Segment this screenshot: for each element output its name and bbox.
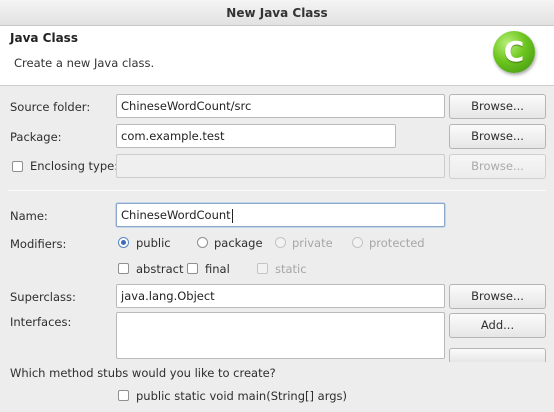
enclosing-type-label: Enclosing type: bbox=[30, 159, 119, 173]
section-divider bbox=[8, 190, 546, 191]
class-name-field[interactable]: ChineseWordCount bbox=[116, 203, 445, 227]
package-label: Package: bbox=[10, 130, 62, 144]
modifier-protected-label: protected bbox=[369, 236, 425, 250]
modifier-abstract-label: abstract bbox=[136, 262, 184, 276]
dialog-title: New Java Class bbox=[226, 6, 328, 20]
modifier-public-radio[interactable] bbox=[118, 237, 129, 248]
modifier-final-label: final bbox=[205, 262, 230, 276]
modifier-package-label: package bbox=[214, 236, 263, 250]
interfaces-add-button[interactable]: Add... bbox=[449, 313, 546, 338]
source-folder-label: Source folder: bbox=[10, 100, 91, 114]
modifier-public-label: public bbox=[136, 236, 171, 250]
superclass-field[interactable]: java.lang.Object bbox=[116, 284, 445, 308]
source-folder-browse-button[interactable]: Browse... bbox=[449, 94, 546, 119]
modifier-static-label: static bbox=[275, 262, 307, 276]
class-name-value: ChineseWordCount bbox=[121, 208, 231, 222]
main-method-stub-label: public static void main(String[] args) bbox=[136, 389, 347, 403]
enclosing-type-checkbox[interactable] bbox=[12, 161, 23, 172]
wizard-header: Java Class Create a new Java class. C bbox=[0, 26, 554, 86]
text-cursor bbox=[231, 208, 233, 223]
source-folder-field[interactable]: ChineseWordCount/src bbox=[116, 94, 445, 118]
enclosing-type-field[interactable] bbox=[116, 154, 445, 178]
wizard-icon-letter: C bbox=[503, 35, 525, 68]
interfaces-label: Interfaces: bbox=[10, 315, 72, 329]
interfaces-list[interactable] bbox=[116, 312, 445, 359]
wizard-header-title: Java Class bbox=[10, 31, 78, 45]
modifier-static-checkbox[interactable] bbox=[257, 263, 268, 274]
interfaces-remove-button-partial[interactable] bbox=[449, 348, 546, 362]
package-browse-button[interactable]: Browse... bbox=[449, 124, 546, 149]
enclosing-type-browse-button[interactable]: Browse... bbox=[449, 154, 546, 179]
modifier-package-radio[interactable] bbox=[197, 237, 208, 248]
modifier-private-label: private bbox=[292, 236, 333, 250]
modifier-final-checkbox[interactable] bbox=[187, 263, 198, 274]
java-class-wizard-icon: C bbox=[493, 31, 535, 73]
superclass-browse-button[interactable]: Browse... bbox=[449, 284, 546, 309]
name-label: Name: bbox=[10, 209, 48, 223]
modifiers-label: Modifiers: bbox=[10, 237, 67, 251]
method-stubs-question: Which method stubs would you like to cre… bbox=[10, 366, 276, 380]
wizard-header-description: Create a new Java class. bbox=[14, 56, 155, 70]
modifier-protected-radio[interactable] bbox=[352, 237, 363, 248]
superclass-label: Superclass: bbox=[10, 290, 76, 304]
main-method-stub-checkbox[interactable] bbox=[118, 390, 129, 401]
package-field[interactable]: com.example.test bbox=[116, 124, 396, 148]
modifier-private-radio[interactable] bbox=[275, 237, 286, 248]
dialog-title-bar: New Java Class bbox=[0, 0, 554, 26]
modifier-abstract-checkbox[interactable] bbox=[118, 263, 129, 274]
